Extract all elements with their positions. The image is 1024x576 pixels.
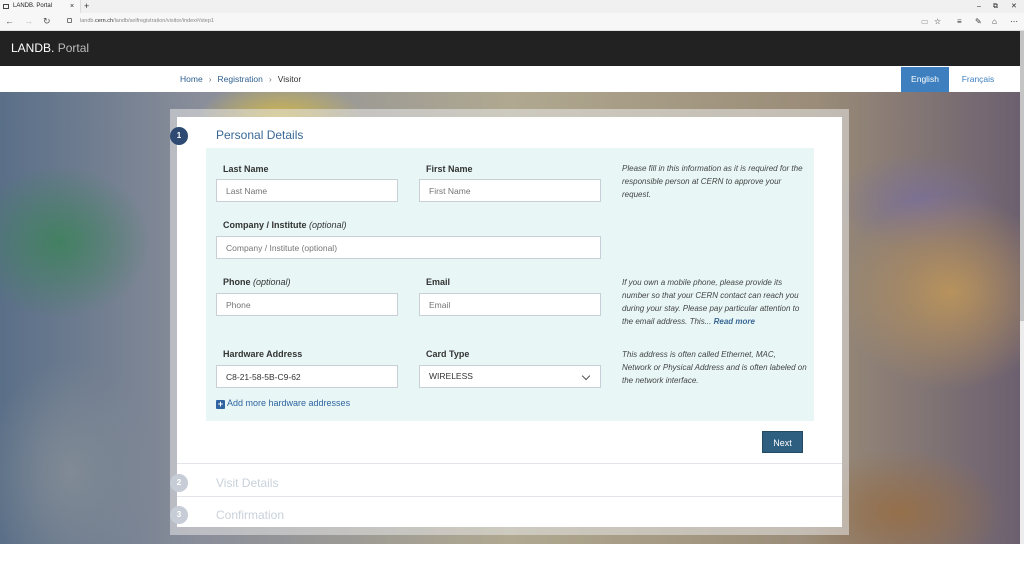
maximize-icon[interactable]: ⧉: [993, 0, 998, 13]
more-icon[interactable]: ⋯: [1010, 13, 1018, 30]
breadcrumb-registration[interactable]: Registration: [218, 74, 263, 84]
breadcrumb-bar: Home › Registration › Visitor English França…: [0, 67, 1020, 92]
refresh-icon[interactable]: ↻: [43, 13, 51, 30]
email-label: Email: [426, 277, 451, 287]
browser-tab[interactable]: LANDB. Portal ×: [0, 0, 81, 13]
web-note-icon[interactable]: ✎: [975, 13, 982, 30]
site-header: LANDB. Portal: [0, 31, 1020, 66]
hub-icon[interactable]: ≡: [957, 13, 962, 30]
step-divider: [177, 496, 842, 497]
step-2-number: 2: [170, 474, 188, 492]
next-button[interactable]: Next: [762, 431, 803, 453]
step-1-number: 1: [170, 127, 188, 145]
personal-help-text: Please fill in this information as it is…: [622, 164, 803, 199]
card-type-value: WIRELESS: [429, 371, 473, 381]
optional-hint: (optional): [309, 220, 347, 230]
company-input[interactable]: [216, 236, 601, 259]
minimize-icon[interactable]: –: [977, 0, 981, 13]
email-input[interactable]: [419, 293, 601, 316]
step-2-title: Visit Details: [216, 476, 279, 490]
browser-tabbar: LANDB. Portal × + – ⧉ ✕: [0, 0, 1024, 13]
read-more-link[interactable]: Read more: [714, 317, 755, 326]
page-icon: [3, 4, 9, 9]
breadcrumb-current: Visitor: [277, 74, 302, 84]
hardware-help-text: This address is often called Ethernet, M…: [622, 350, 807, 385]
step-1-title: Personal Details: [216, 128, 304, 142]
language-english[interactable]: English: [901, 67, 949, 92]
first-name-label: First Name: [426, 164, 473, 174]
scrollbar-thumb[interactable]: [1020, 31, 1024, 321]
scrollbar[interactable]: [1020, 31, 1024, 544]
card-type-select[interactable]: WIRELESS: [419, 365, 601, 388]
hardware-address-label: Hardware Address: [223, 349, 303, 359]
phone-input[interactable]: [216, 293, 398, 316]
forward-icon[interactable]: →: [24, 13, 33, 30]
step-3-number: 3: [170, 506, 188, 524]
breadcrumb-separator: ›: [208, 74, 212, 84]
phone-label: Phone (optional): [223, 277, 291, 287]
optional-hint: (optional): [253, 277, 291, 287]
language-french[interactable]: Français: [955, 67, 1001, 92]
tab-close-icon[interactable]: ×: [70, 0, 74, 13]
company-label: Company / Institute (optional): [223, 220, 347, 230]
breadcrumb: Home › Registration › Visitor: [180, 67, 301, 92]
step-3-title: Confirmation: [216, 508, 285, 522]
hardware-address-input[interactable]: [216, 365, 398, 388]
tab-title: LANDB. Portal: [13, 3, 53, 9]
add-hardware-link[interactable]: + Add more hardware addresses: [216, 398, 350, 409]
url-field[interactable]: landb.cern.ch/landb/selfregistration/vis…: [80, 13, 214, 30]
page-bottom: [0, 544, 1024, 576]
chevron-down-icon: [581, 371, 591, 381]
address-bar: ← → ↻ landb.cern.ch/landb/selfregistrati…: [0, 13, 1024, 31]
brand-logo[interactable]: LANDB. Portal: [11, 31, 89, 66]
reading-view-icon[interactable]: ▭: [921, 13, 929, 30]
back-icon[interactable]: ←: [5, 13, 14, 30]
favorite-star-icon[interactable]: ☆: [934, 13, 941, 30]
first-name-input[interactable]: [419, 179, 601, 202]
new-tab-icon[interactable]: +: [84, 0, 89, 13]
breadcrumb-separator: ›: [268, 74, 272, 84]
last-name-input[interactable]: [216, 179, 398, 202]
window-close-icon[interactable]: ✕: [1011, 0, 1017, 13]
lock-icon: [67, 18, 72, 23]
contact-help-text: If you own a mobile phone, please provid…: [622, 278, 800, 326]
plus-icon: +: [216, 399, 225, 409]
breadcrumb-home[interactable]: Home: [180, 74, 203, 84]
card-type-label: Card Type: [426, 349, 470, 359]
share-icon[interactable]: ⌂: [992, 13, 997, 30]
last-name-label: Last Name: [223, 164, 269, 174]
step-divider: [177, 463, 842, 464]
